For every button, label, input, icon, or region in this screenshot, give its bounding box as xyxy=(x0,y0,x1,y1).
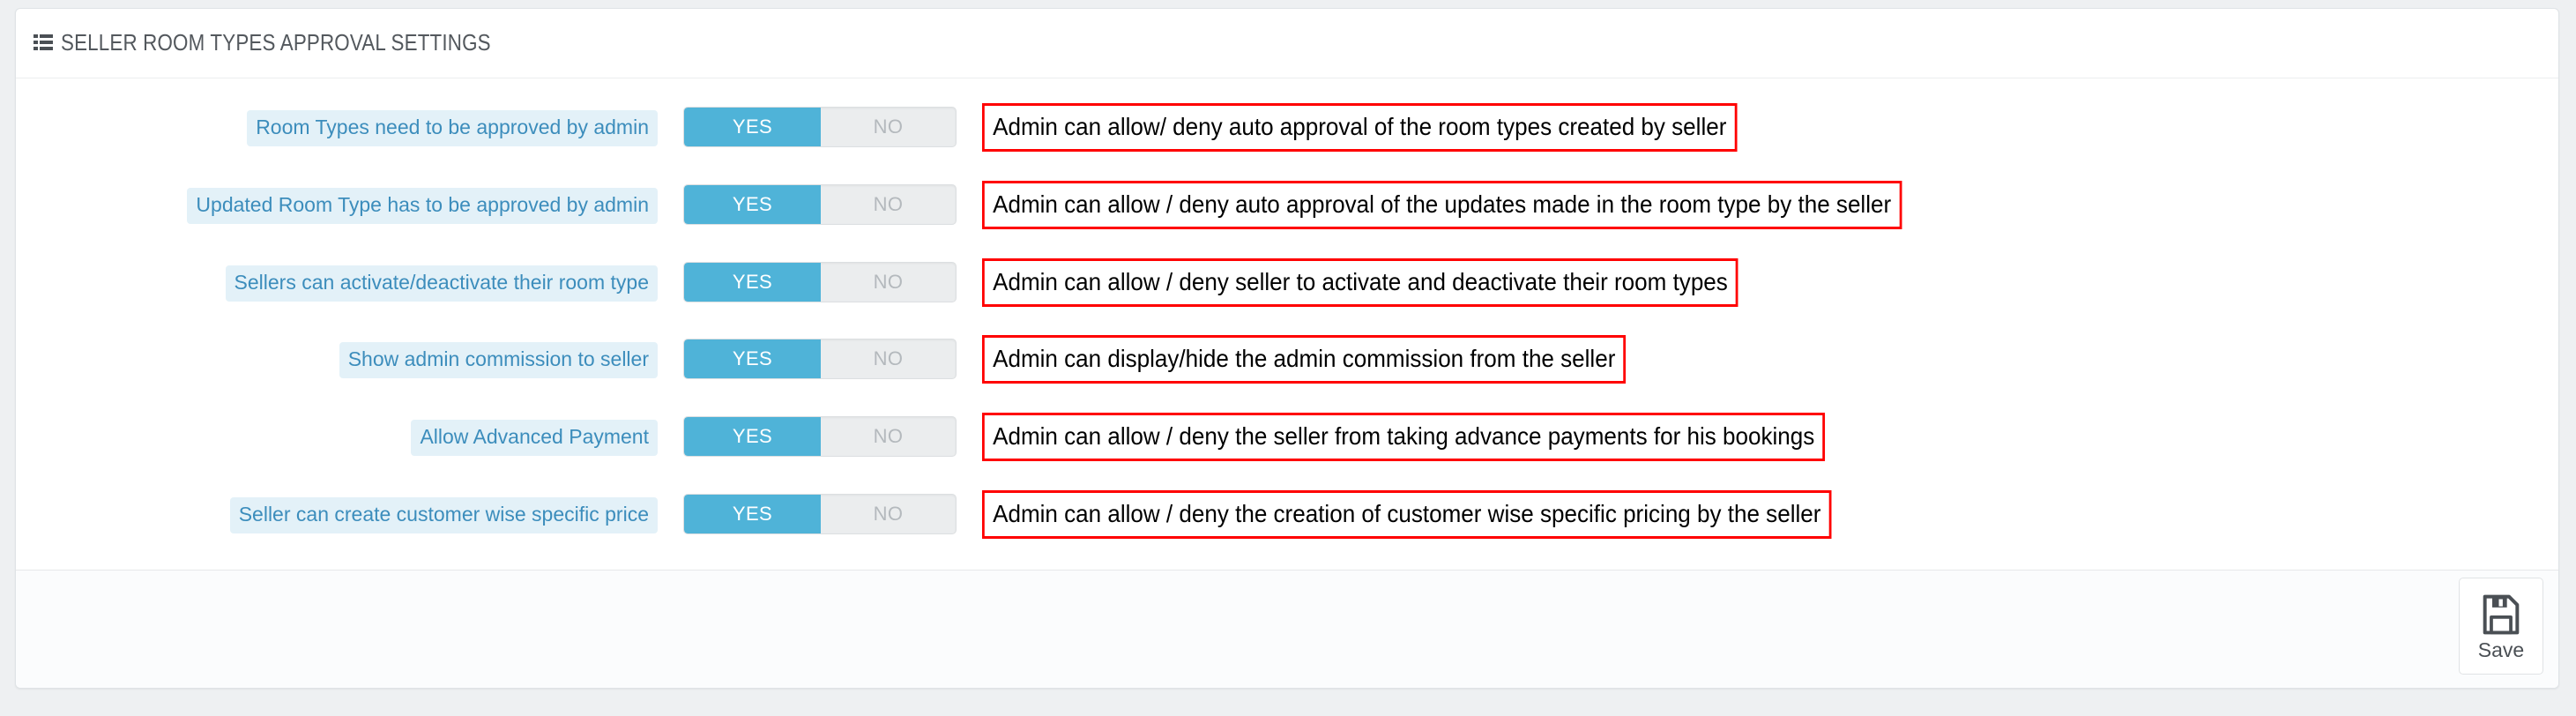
toggle-no-option[interactable]: NO xyxy=(821,339,956,378)
toggle-no-option[interactable]: NO xyxy=(821,108,956,146)
annotation-callout: Admin can allow / deny the creation of c… xyxy=(982,490,1832,539)
setting-label: Sellers can activate/deactivate their ro… xyxy=(225,265,658,302)
setting-label: Updated Room Type has to be approved by … xyxy=(187,188,658,224)
setting-label: Show admin commission to seller xyxy=(339,342,658,378)
toggle-activate-deactivate-room-type[interactable]: YES NO xyxy=(683,262,957,302)
toggle-no-option[interactable]: NO xyxy=(821,495,956,533)
save-button[interactable]: Save xyxy=(2459,578,2543,675)
setting-row-updated-room-type-approval: Updated Room Type has to be approved by … xyxy=(16,181,2558,229)
panel-title-text: SELLER ROOM TYPES APPROVAL SETTINGS xyxy=(61,29,491,56)
panel-header: SELLER ROOM TYPES APPROVAL SETTINGS xyxy=(16,9,2558,78)
toggle-allow-advanced-payment[interactable]: YES NO xyxy=(683,416,957,457)
setting-row-activate-deactivate-room-type: Sellers can activate/deactivate their ro… xyxy=(16,258,2558,307)
settings-form: Room Types need to be approved by admin … xyxy=(16,78,2558,570)
toggle-customer-wise-specific-price[interactable]: YES NO xyxy=(683,494,957,534)
annotation-callout: Admin can allow / deny seller to activat… xyxy=(982,258,1738,307)
panel-footer: Save xyxy=(16,570,2558,688)
annotation-callout: Admin can display/hide the admin commiss… xyxy=(982,335,1627,384)
setting-label: Room Types need to be approved by admin xyxy=(247,110,658,146)
setting-label: Allow Advanced Payment xyxy=(411,420,658,456)
toggle-no-option[interactable]: NO xyxy=(821,185,956,224)
setting-row-customer-wise-specific-price: Seller can create customer wise specific… xyxy=(16,490,2558,539)
annotation-callout: Admin can allow/ deny auto approval of t… xyxy=(982,103,1738,152)
annotation-callout: Admin can allow / deny the seller from t… xyxy=(982,413,1826,461)
toggle-show-admin-commission[interactable]: YES NO xyxy=(683,339,957,379)
list-ul-icon xyxy=(34,34,53,51)
toggle-updated-room-type-approval[interactable]: YES NO xyxy=(683,184,957,225)
setting-row-show-admin-commission: Show admin commission to seller YES NO A… xyxy=(16,335,2558,384)
toggle-no-option[interactable]: NO xyxy=(821,417,956,456)
toggle-no-option[interactable]: NO xyxy=(821,263,956,302)
annotation-callout: Admin can allow / deny auto approval of … xyxy=(982,181,1902,229)
toggle-yes-option[interactable]: YES xyxy=(684,495,821,533)
toggle-yes-option[interactable]: YES xyxy=(684,417,821,456)
toggle-yes-option[interactable]: YES xyxy=(684,185,821,224)
save-button-label: Save xyxy=(2477,638,2525,661)
setting-row-room-types-approval: Room Types need to be approved by admin … xyxy=(16,103,2558,152)
page-title: SELLER ROOM TYPES APPROVAL SETTINGS xyxy=(34,29,561,56)
floppy-disk-icon xyxy=(2483,594,2520,634)
toggle-room-types-approval[interactable]: YES NO xyxy=(683,107,957,147)
toggle-yes-option[interactable]: YES xyxy=(684,108,821,146)
toggle-yes-option[interactable]: YES xyxy=(684,339,821,378)
seller-room-types-approval-settings-panel: SELLER ROOM TYPES APPROVAL SETTINGS Room… xyxy=(15,8,2559,689)
setting-label: Seller can create customer wise specific… xyxy=(229,497,658,533)
toggle-yes-option[interactable]: YES xyxy=(684,263,821,302)
setting-row-allow-advanced-payment: Allow Advanced Payment YES NO Admin can … xyxy=(16,413,2558,461)
